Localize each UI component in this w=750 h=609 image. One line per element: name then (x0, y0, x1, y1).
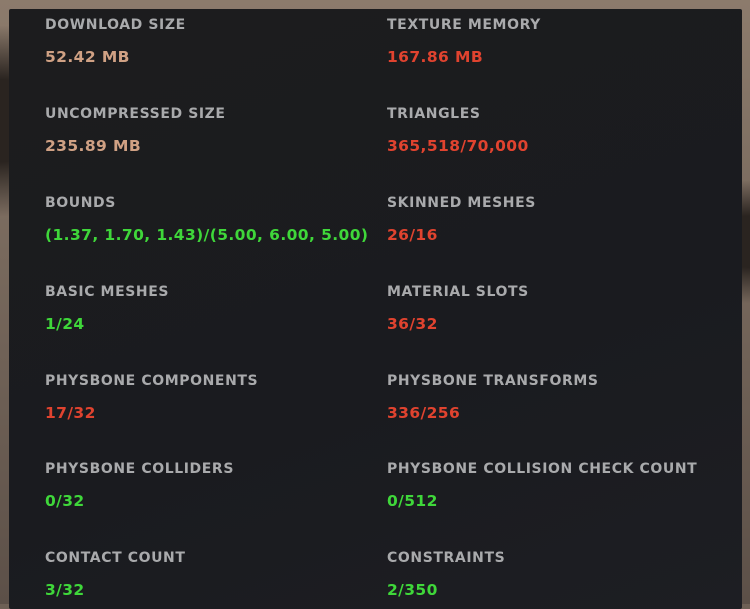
stat-label: PHYSBONE COLLISION CHECK COUNT (387, 461, 698, 477)
stat-label: BOUNDS (45, 195, 116, 211)
stat-label: BASIC MESHES (45, 284, 170, 300)
stat-label: CONSTRAINTS (387, 550, 506, 566)
stat-value: 2/350 (387, 581, 438, 599)
stat-constraints: CONSTRAINTS 2/350 (387, 550, 717, 599)
performance-stats-panel: DOWNLOAD SIZE 52.42 MB TEXTURE MEMORY 16… (9, 9, 742, 609)
stat-material-slots: MATERIAL SLOTS 36/32 (387, 284, 717, 333)
stat-uncompressed-size: UNCOMPRESSED SIZE 235.89 MB (45, 106, 375, 155)
stat-texture-memory: TEXTURE MEMORY 167.86 MB (387, 17, 717, 66)
stat-label: MATERIAL SLOTS (387, 284, 529, 300)
stat-value: 1/24 (45, 315, 85, 333)
stat-label: UNCOMPRESSED SIZE (45, 106, 226, 122)
stat-label: TRIANGLES (387, 106, 481, 122)
stat-label: CONTACT COUNT (45, 550, 186, 566)
stat-value: 36/32 (387, 315, 438, 333)
stat-value: 26/16 (387, 226, 438, 244)
stat-value: 336/256 (387, 404, 461, 422)
stat-physbone-colliders: PHYSBONE COLLIDERS 0/32 (45, 461, 375, 510)
stat-bounds: BOUNDS (1.37, 1.70, 1.43)/(5.00, 6.00, 5… (45, 195, 375, 244)
stat-physbone-components: PHYSBONE COMPONENTS 17/32 (45, 373, 375, 422)
stat-contact-count: CONTACT COUNT 3/32 (45, 550, 375, 599)
stat-label: DOWNLOAD SIZE (45, 17, 186, 33)
stat-value: 0/512 (387, 492, 438, 510)
stat-label: PHYSBONE COLLIDERS (45, 461, 234, 477)
stat-value: 52.42 MB (45, 48, 130, 66)
stat-label: TEXTURE MEMORY (387, 17, 541, 33)
stat-download-size: DOWNLOAD SIZE 52.42 MB (45, 17, 375, 66)
stat-triangles: TRIANGLES 365,518/70,000 (387, 106, 717, 155)
stat-value: 365,518/70,000 (387, 137, 529, 155)
stat-value: 235.89 MB (45, 137, 142, 155)
stat-skinned-meshes: SKINNED MESHES 26/16 (387, 195, 717, 244)
stat-label: SKINNED MESHES (387, 195, 536, 211)
stat-physbone-collision-check-count: PHYSBONE COLLISION CHECK COUNT 0/512 (387, 461, 717, 510)
stat-value: (1.37, 1.70, 1.43)/(5.00, 6.00, 5.00) (45, 226, 369, 244)
stat-value: 17/32 (45, 404, 96, 422)
stat-label: PHYSBONE TRANSFORMS (387, 373, 599, 389)
stat-value: 3/32 (45, 581, 85, 599)
stat-physbone-transforms: PHYSBONE TRANSFORMS 336/256 (387, 373, 717, 422)
stat-value: 0/32 (45, 492, 85, 510)
stat-label: PHYSBONE COMPONENTS (45, 373, 259, 389)
stat-basic-meshes: BASIC MESHES 1/24 (45, 284, 375, 333)
stat-value: 167.86 MB (387, 48, 484, 66)
